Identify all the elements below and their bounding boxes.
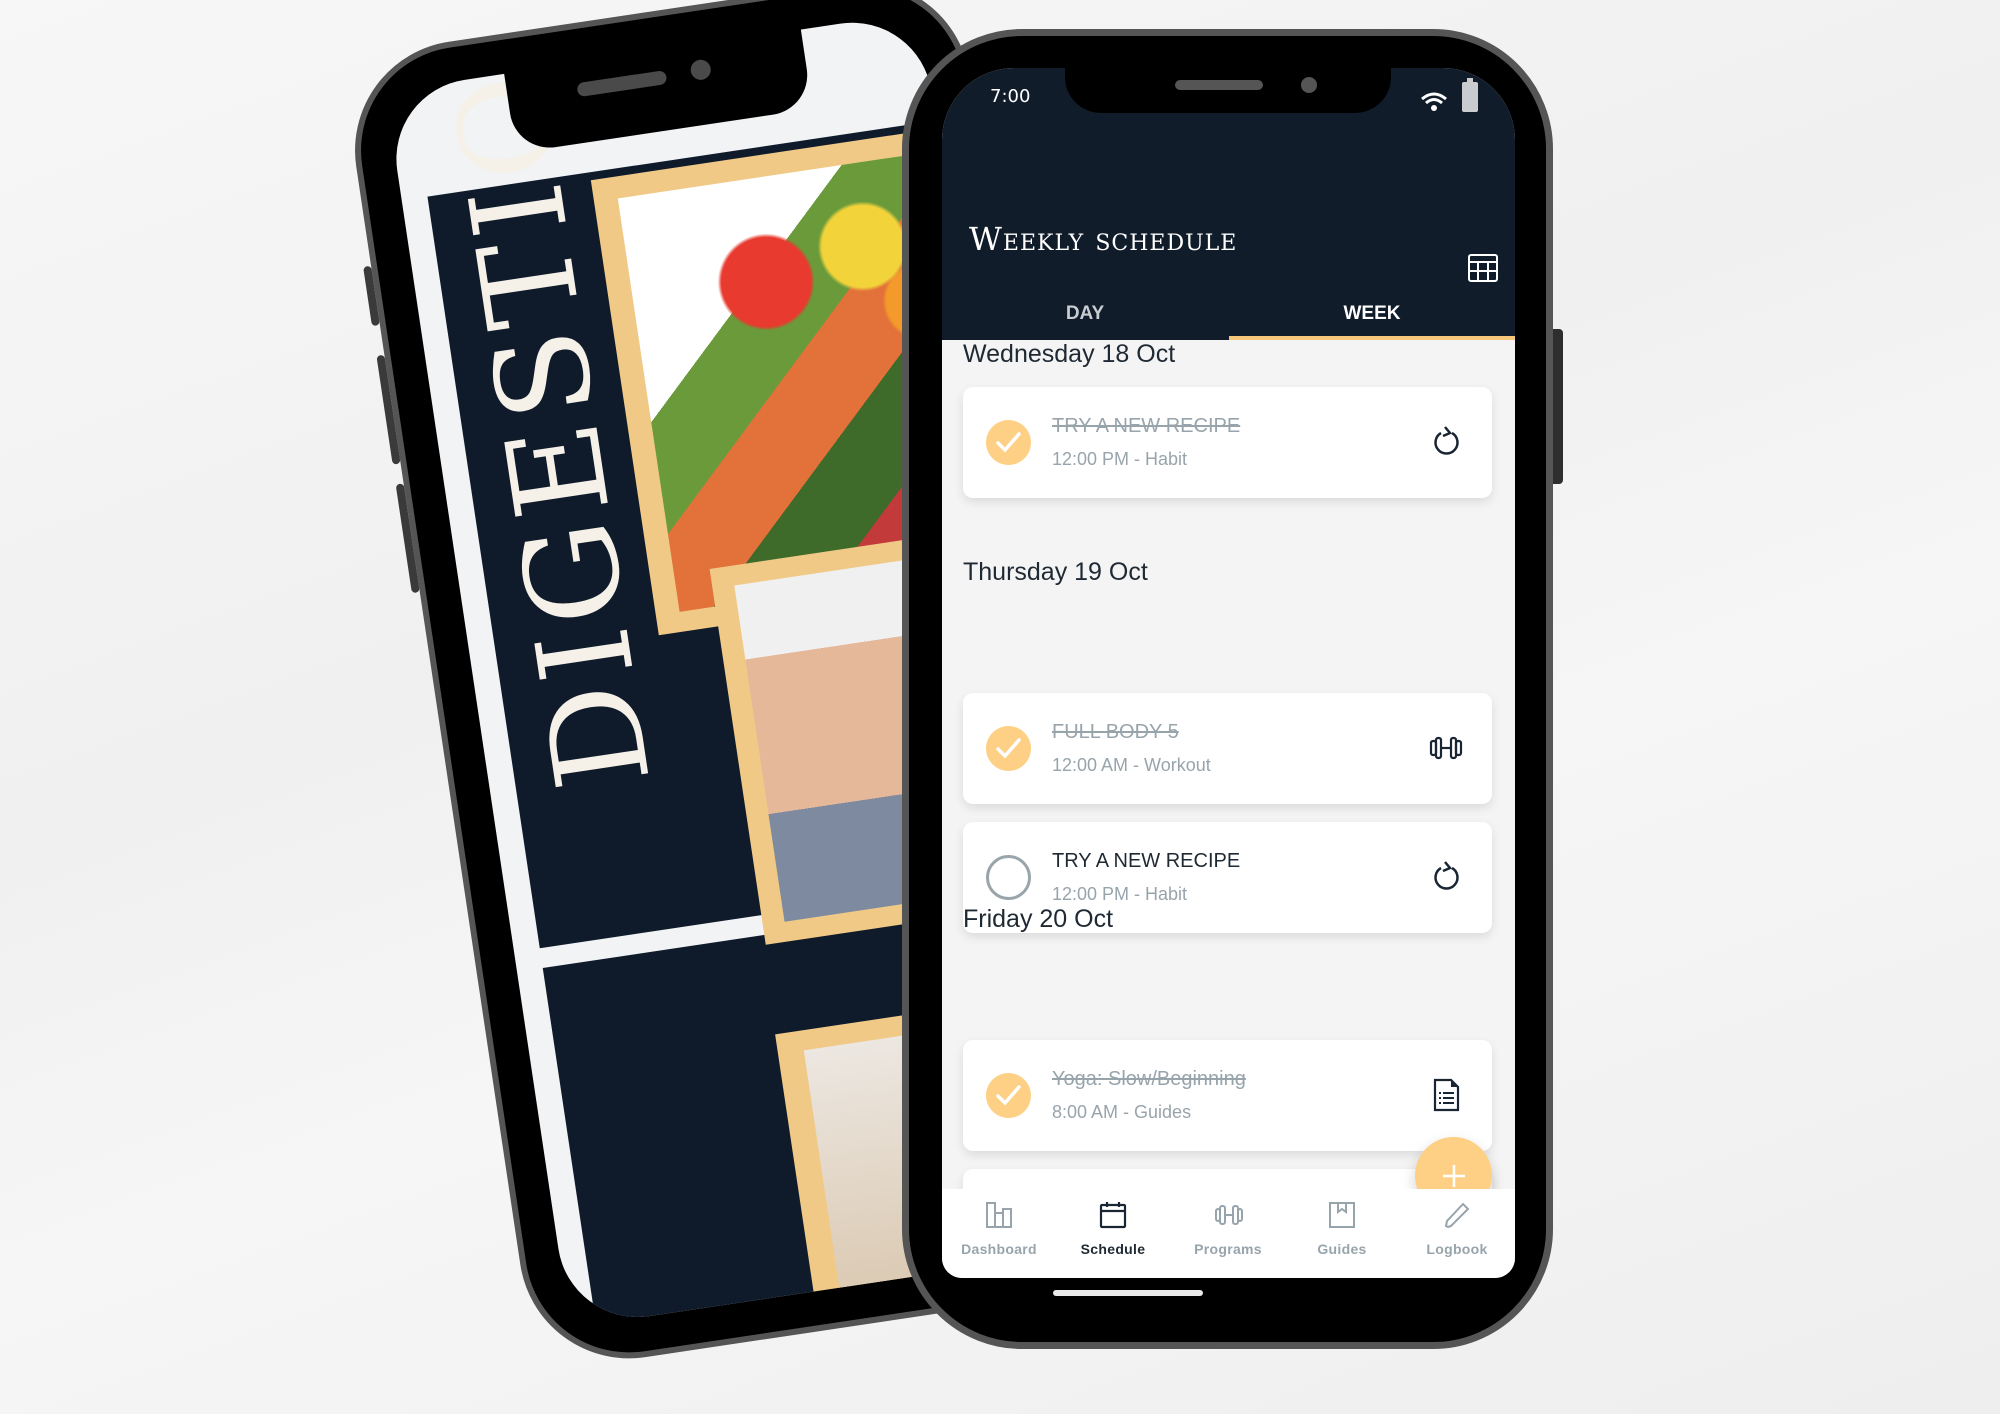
battery-icon <box>1462 78 1478 112</box>
nav-label: Programs <box>1194 1241 1262 1257</box>
document-icon <box>1433 1078 1460 1112</box>
status-time: 7:00 <box>990 86 1031 107</box>
nav-schedule[interactable]: Schedule <box>1056 1189 1170 1278</box>
nav-logbook[interactable]: Logbook <box>1400 1189 1514 1278</box>
nav-label: Guides <box>1317 1241 1367 1257</box>
nav-label: Schedule <box>1080 1241 1146 1257</box>
schedule-card[interactable]: FULL BODY 5 12:00 AM - Workout <box>963 693 1492 804</box>
check-icon <box>996 1085 1021 1106</box>
schedule-card[interactable]: TRY A NEW RECIPE 12:00 PM - Habit <box>963 387 1492 498</box>
completed-check[interactable] <box>986 420 1031 465</box>
nav-label: Logbook <box>1426 1241 1488 1257</box>
incomplete-check[interactable] <box>986 855 1031 900</box>
completed-check[interactable] <box>986 1073 1031 1118</box>
day-header: Thursday 19 Oct <box>963 558 1148 586</box>
check-icon <box>996 738 1021 759</box>
day-header: Wednesday 18 Oct <box>963 340 1176 368</box>
repeat-icon <box>1434 426 1459 455</box>
dumbbell-icon <box>1215 1205 1243 1225</box>
card-title: FULL BODY 5 <box>1052 721 1179 743</box>
wifi-icon <box>1421 92 1447 111</box>
pencil-icon <box>1444 1202 1470 1229</box>
card-subtitle: 8:00 AM - Guides <box>1052 1102 1192 1122</box>
app-screen: 7:00 Weekly schedule DAY WEEK Wednesday … <box>942 68 1515 1278</box>
card-subtitle: 12:00 AM - Workout <box>1052 755 1211 775</box>
tab-day[interactable]: DAY <box>942 288 1228 340</box>
card-subtitle: 12:00 PM - Habit <box>1052 449 1188 469</box>
repeat-icon <box>1434 861 1459 890</box>
home-indicator[interactable] <box>1053 1290 1203 1296</box>
card-title: TRY A NEW RECIPE <box>1052 850 1241 872</box>
schedule-card[interactable]: Yoga: Slow/Beginning 8:00 AM - Guides <box>963 1040 1492 1151</box>
phone-camera <box>1301 77 1317 93</box>
nav-label: Dashboard <box>961 1241 1037 1257</box>
tab-week[interactable]: WEEK <box>1229 288 1515 340</box>
nav-programs[interactable]: Programs <box>1171 1189 1285 1278</box>
card-subtitle: 12:00 PM - Habit <box>1052 884 1188 904</box>
page-title: Weekly schedule <box>969 220 1238 258</box>
plus-icon <box>1443 1165 1465 1187</box>
dashboard-icon <box>986 1202 1012 1228</box>
phone-side-button <box>1553 329 1563 484</box>
schedule-list[interactable]: Wednesday 18 Oct TRY A NEW RECIPE 12:00 … <box>942 340 1515 1228</box>
phone-speaker <box>1175 80 1263 90</box>
bottom-nav: Dashboard Schedule Programs Guides Logbo… <box>942 1189 1515 1278</box>
completed-check[interactable] <box>986 726 1031 771</box>
phone-notch <box>1065 68 1391 113</box>
calendar-icon <box>1099 1202 1127 1229</box>
dumbbell-icon <box>1429 736 1463 760</box>
nav-dashboard[interactable]: Dashboard <box>942 1189 1056 1278</box>
day-header: Friday 20 Oct <box>963 905 1114 933</box>
card-title: TRY A NEW RECIPE <box>1052 415 1241 437</box>
card-title: Yoga: Slow/Beginning <box>1052 1068 1246 1090</box>
nav-guides[interactable]: Guides <box>1285 1189 1399 1278</box>
bookmark-book-icon <box>1329 1202 1355 1228</box>
main-phone-mockup: 7:00 Weekly schedule DAY WEEK Wednesday … <box>902 29 1563 1349</box>
check-icon <box>996 432 1021 453</box>
calendar-grid-icon[interactable] <box>1467 252 1499 284</box>
